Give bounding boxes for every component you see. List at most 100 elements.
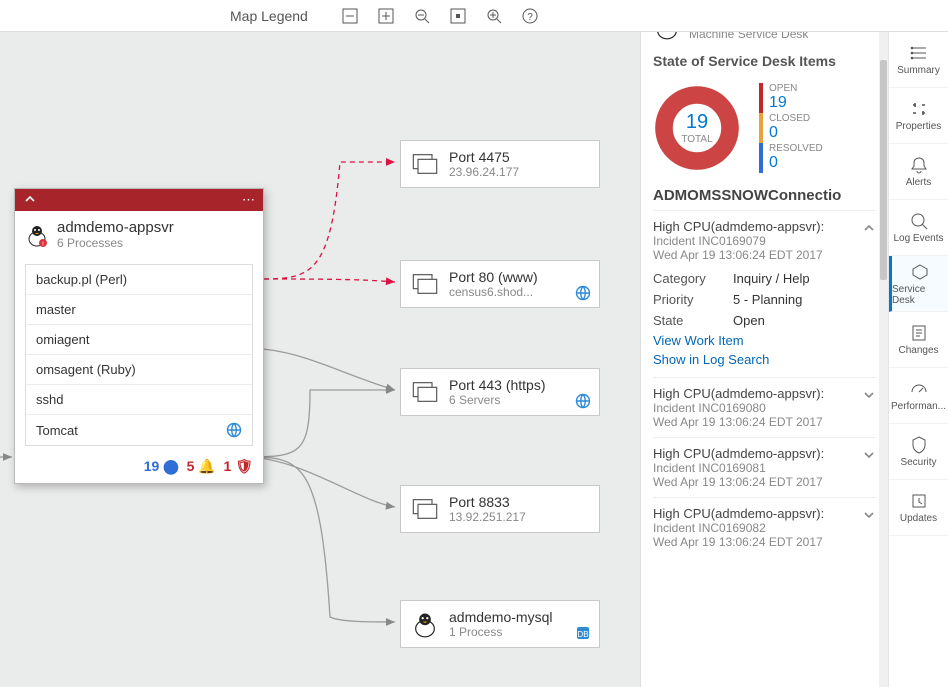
machine-subtitle: 6 Processes: [57, 236, 174, 250]
machine-card[interactable]: ⋯ ! admdemo-appsvr 6 Processes backup.pl…: [14, 188, 264, 484]
endpoint-title: Port 4475: [449, 149, 519, 165]
svg-text:DB: DB: [577, 630, 588, 639]
process-list: backup.pl (Perl) master omiagent omsagen…: [25, 264, 253, 446]
endpoint-card[interactable]: Port 443 (https)6 Servers: [400, 368, 600, 416]
endpoint-sub: 6 Servers: [449, 393, 546, 407]
collapse-card-icon[interactable]: [23, 192, 37, 209]
connector-title: ADMOMSSNOWConnectio: [653, 187, 876, 204]
incident-title: High CPU(admdemo-appsvr):: [653, 506, 876, 521]
linux-icon: !: [25, 223, 49, 247]
state-counts: OPEN19 CLOSED0 RESOLVED0: [759, 83, 823, 173]
incident-item[interactable]: High CPU(admdemo-appsvr): Incident INC01…: [653, 377, 876, 437]
endpoint-title: Port 8833: [449, 494, 526, 510]
zoom-in-icon[interactable]: [480, 2, 508, 30]
rail-updates[interactable]: Updates: [889, 480, 948, 536]
rail-properties[interactable]: Properties: [889, 88, 948, 144]
incident-title: High CPU(admdemo-appsvr):: [653, 219, 876, 234]
endpoint-sub: census6.shod...: [449, 285, 538, 299]
rail-changes[interactable]: Changes: [889, 312, 948, 368]
rail-alerts[interactable]: Alerts: [889, 144, 948, 200]
incident-id: Incident INC0169079: [653, 234, 876, 248]
zoom-out-icon[interactable]: [408, 2, 436, 30]
process-item[interactable]: omiagent: [26, 325, 252, 355]
incident-title: High CPU(admdemo-appsvr):: [653, 446, 876, 461]
rail-service-desk[interactable]: Service Desk: [889, 256, 948, 312]
svg-text:?: ?: [527, 12, 533, 23]
globe-icon: [575, 285, 591, 301]
state-heading: State of Service Desk Items: [653, 53, 876, 69]
servers-icon: [411, 495, 439, 523]
alert-count: 5 🔔: [187, 458, 216, 474]
map-canvas[interactable]: ⋯ ! admdemo-appsvr 6 Processes backup.pl…: [0, 32, 640, 687]
incident-time: Wed Apr 19 13:06:24 EDT 2017: [653, 415, 876, 429]
endpoint-card[interactable]: Port 883313.92.251.217: [400, 485, 600, 533]
linux-icon: [411, 610, 439, 638]
rail-label: Security: [900, 457, 936, 468]
right-rail: Summary Properties Alerts Log Events Ser…: [888, 0, 948, 687]
servers-icon: [411, 378, 439, 406]
chevron-down-icon[interactable]: [862, 388, 876, 405]
rail-label: Updates: [900, 513, 937, 524]
process-item[interactable]: backup.pl (Perl): [26, 265, 252, 295]
card-menu-icon[interactable]: ⋯: [242, 192, 255, 208]
kv-val: 5 - Planning: [733, 292, 802, 307]
endpoint-card[interactable]: Port 447523.96.24.177: [400, 140, 600, 188]
toolbar: Map Legend ?: [0, 0, 948, 32]
rail-performance[interactable]: Performan...: [889, 368, 948, 424]
kv-key: Category: [653, 271, 733, 286]
expand-icon[interactable]: [372, 2, 400, 30]
incident-item[interactable]: High CPU(admdemo-appsvr): Incident INC01…: [653, 437, 876, 497]
donut-chart: 19TOTAL: [653, 84, 741, 172]
count-value: 0: [769, 124, 810, 142]
kv-val: Inquiry / Help: [733, 271, 810, 286]
incident-id: Incident INC0169080: [653, 401, 876, 415]
rail-label: Alerts: [906, 177, 932, 188]
count-value: 19: [769, 94, 797, 112]
donut-summary: 19TOTAL OPEN19 CLOSED0 RESOLVED0: [653, 83, 876, 173]
chevron-down-icon[interactable]: [862, 508, 876, 525]
endpoint-card[interactable]: Port 80 (www)census6.shod...: [400, 260, 600, 308]
total-label: TOTAL: [681, 134, 712, 145]
incident-time: Wed Apr 19 13:06:24 EDT 2017: [653, 535, 876, 549]
endpoint-sub: 1 Process: [449, 625, 552, 639]
incident-id: Incident INC0169082: [653, 521, 876, 535]
servers-icon: [411, 270, 439, 298]
servers-icon: [411, 150, 439, 178]
rail-log-events[interactable]: Log Events: [889, 200, 948, 256]
kv-key: State: [653, 313, 733, 328]
help-icon[interactable]: ?: [516, 2, 544, 30]
view-work-item-link[interactable]: View Work Item: [653, 331, 876, 350]
show-in-log-search-link[interactable]: Show in Log Search: [653, 350, 876, 369]
machine-card-header: ⋯: [15, 189, 263, 211]
rail-label: Properties: [896, 121, 942, 132]
incident-title: High CPU(admdemo-appsvr):: [653, 386, 876, 401]
fit-icon[interactable]: [444, 2, 472, 30]
process-item[interactable]: omsagent (Ruby): [26, 355, 252, 385]
incident-id: Incident INC0169081: [653, 461, 876, 475]
globe-icon: [226, 422, 242, 438]
endpoint-sub: 13.92.251.217: [449, 510, 526, 524]
count-label: CLOSED: [769, 113, 810, 124]
endpoint-card[interactable]: admdemo-mysql1 Process DB: [400, 600, 600, 648]
rail-security[interactable]: Security: [889, 424, 948, 480]
rail-label: Summary: [897, 65, 940, 76]
globe-icon: [575, 393, 591, 409]
endpoint-title: Port 443 (https): [449, 377, 546, 393]
incident-item[interactable]: High CPU(admdemo-appsvr): Incident INC01…: [653, 210, 876, 377]
total-value: 19: [686, 111, 708, 134]
rail-label: Performan...: [891, 401, 946, 412]
rail-summary[interactable]: Summary: [889, 32, 948, 88]
map-legend-toggle[interactable]: Map Legend: [230, 8, 308, 24]
process-item[interactable]: sshd: [26, 385, 252, 415]
kv-val: Open: [733, 313, 765, 328]
chevron-down-icon[interactable]: [862, 448, 876, 465]
chevron-up-icon[interactable]: [862, 221, 876, 238]
process-item[interactable]: Tomcat: [26, 415, 252, 445]
process-item[interactable]: master: [26, 295, 252, 325]
incident-item[interactable]: High CPU(admdemo-appsvr): Incident INC01…: [653, 497, 876, 557]
collapse-icon[interactable]: [336, 2, 364, 30]
rail-label: Service Desk: [892, 284, 948, 306]
details-scrollbar[interactable]: [879, 0, 888, 687]
endpoint-title: admdemo-mysql: [449, 609, 552, 625]
rail-label: Log Events: [893, 233, 943, 244]
